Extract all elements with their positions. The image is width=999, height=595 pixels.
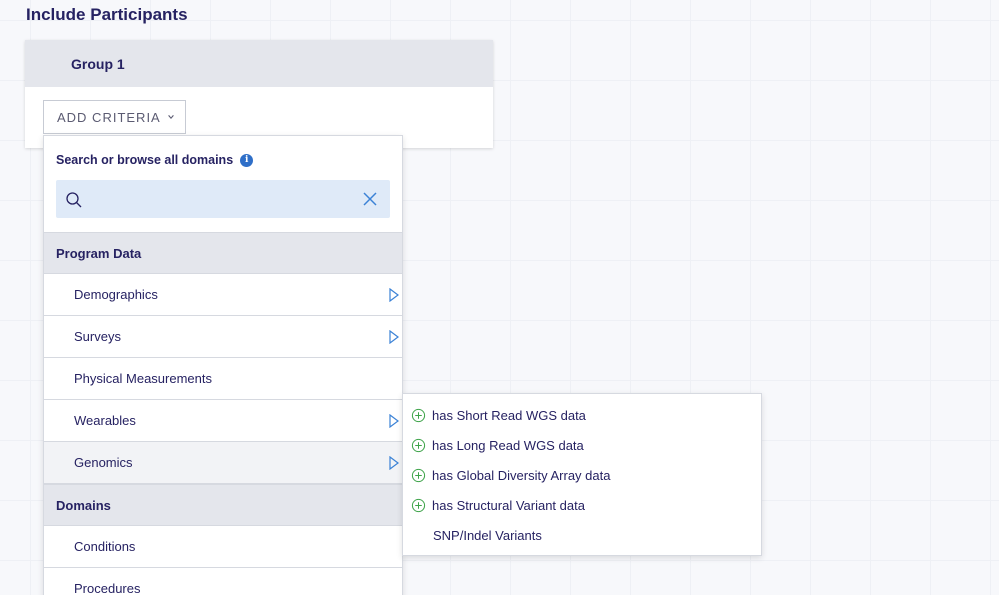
section-header-domains: Domains — [44, 484, 402, 526]
submenu-item-label: has Long Read WGS data — [432, 437, 584, 453]
menu-item-label: Procedures — [74, 581, 141, 595]
search-box — [56, 180, 390, 218]
submenu-item-short-read-wgs[interactable]: has Short Read WGS data — [411, 404, 586, 426]
submenu-item-label: has Short Read WGS data — [432, 407, 586, 423]
menu-item-genomics[interactable]: Genomics — [44, 442, 402, 484]
section-title: Program Data — [56, 245, 142, 261]
menu-item-procedures[interactable]: Procedures — [44, 568, 402, 595]
add-circle-icon[interactable] — [411, 468, 426, 483]
add-criteria-label: ADD CRITERIA — [57, 109, 161, 125]
menu-item-surveys[interactable]: Surveys — [44, 316, 402, 358]
group-header: Group 1 — [25, 40, 493, 87]
genomics-submenu: has Short Read WGS data has Long Read WG… — [402, 393, 762, 556]
menu-item-label: Surveys — [74, 329, 121, 344]
search-input[interactable] — [56, 180, 390, 218]
search-label-text: Search or browse all domains — [56, 153, 234, 167]
submenu-item-label: has Structural Variant data — [432, 497, 585, 513]
submenu-item-snp-indel-variants[interactable]: SNP/Indel Variants — [411, 524, 542, 546]
add-criteria-button[interactable]: ADD CRITERIA — [43, 100, 186, 134]
submenu-item-long-read-wgs[interactable]: has Long Read WGS data — [411, 434, 584, 456]
group-title: Group 1 — [71, 55, 125, 72]
info-icon[interactable]: i — [240, 153, 254, 167]
criteria-dropdown: Search or browse all domains i Program D… — [43, 135, 403, 595]
chevron-right-icon — [389, 330, 399, 344]
section-header-program-data: Program Data — [44, 232, 402, 274]
add-circle-icon[interactable] — [411, 408, 426, 423]
menu-item-label: Demographics — [74, 287, 158, 302]
submenu-item-structural-variant[interactable]: has Structural Variant data — [411, 494, 585, 516]
menu-item-demographics[interactable]: Demographics — [44, 274, 402, 316]
menu-item-label: Wearables — [74, 413, 136, 428]
menu-item-label: Conditions — [74, 539, 136, 554]
add-circle-icon[interactable] — [411, 498, 426, 513]
chevron-down-icon — [167, 115, 174, 120]
search-label: Search or browse all domains i — [56, 153, 254, 167]
group-card: Group 1 ADD CRITERIA — [25, 40, 493, 148]
menu-item-label: Physical Measurements — [74, 371, 212, 386]
menu-item-conditions[interactable]: Conditions — [44, 526, 402, 568]
chevron-right-icon — [389, 288, 399, 302]
menu-item-physical-measurements[interactable]: Physical Measurements — [44, 358, 402, 400]
chevron-right-icon — [389, 414, 399, 428]
page-title: Include Participants — [26, 5, 188, 24]
menu-item-wearables[interactable]: Wearables — [44, 400, 402, 442]
chevron-right-icon — [389, 456, 399, 470]
section-title: Domains — [56, 497, 111, 513]
submenu-item-global-diversity-array[interactable]: has Global Diversity Array data — [411, 464, 610, 486]
submenu-item-label: SNP/Indel Variants — [433, 527, 542, 543]
add-circle-icon[interactable] — [411, 438, 426, 453]
search-icon — [66, 192, 82, 208]
close-icon[interactable] — [363, 192, 377, 206]
submenu-item-label: has Global Diversity Array data — [432, 467, 611, 483]
menu-item-label: Genomics — [74, 455, 133, 470]
